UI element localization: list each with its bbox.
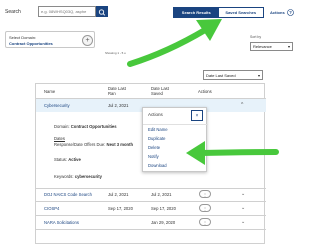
search-icon — [98, 9, 106, 16]
chevron-up-icon[interactable]: ^ — [241, 102, 243, 108]
row-divider — [36, 188, 266, 189]
row-divider — [36, 201, 266, 202]
help-icon: ? — [286, 9, 294, 16]
row-divider — [36, 215, 266, 216]
header-name: Name — [44, 89, 56, 94]
domain-selector[interactable]: Select Domain: Contract Opportunities + — [5, 31, 95, 48]
chevron-down-icon[interactable]: ⌄ — [241, 205, 245, 211]
header-last-saved: Date Last Saved — [151, 86, 169, 96]
chevron-down-icon: ▾ — [287, 44, 290, 49]
chevron-down-icon[interactable]: ⌄ — [241, 191, 245, 197]
row-last-saved: Sep 17, 2020 — [151, 206, 176, 211]
detail-dates-label: Dates — [54, 136, 65, 141]
domain-value: Contract Opportunities — [9, 41, 53, 46]
saved-searches-tab[interactable]: Saved Searches — [218, 8, 263, 17]
row-name[interactable]: DOJ NAICS Code Search — [44, 192, 92, 197]
close-icon[interactable]: × — [191, 110, 203, 121]
saved-filter-select[interactable]: Date Last Saved ▾ — [203, 70, 263, 80]
detail-status: Status: Active — [54, 157, 81, 162]
sort-label: Sort by — [250, 35, 262, 39]
menu-item-delete[interactable]: Delete — [148, 145, 160, 150]
search-button[interactable] — [96, 6, 108, 17]
chevron-down-icon: ▾ — [257, 72, 260, 78]
detail-keywords: Keywords: cybersecurity — [54, 174, 102, 179]
actions-menu-button[interactable]: Actions ? — [268, 7, 298, 18]
chevron-down-icon[interactable]: ⌄ — [241, 219, 245, 225]
menu-item-duplicate[interactable]: Duplicate — [148, 136, 165, 141]
detail-domain: Domain: Contract Opportunities — [54, 124, 117, 129]
header-last-ran: Date Last Ran — [108, 86, 126, 96]
menu-item-edit-name[interactable]: Edit Name — [148, 127, 168, 132]
row-last-ran: Sep 17, 2020 — [108, 206, 133, 211]
detail-dates: Response/Date Offers Due: Next 3 month — [54, 142, 134, 147]
saved-filter-value: Date Last Saved — [206, 72, 236, 78]
sort-select[interactable]: Relevance ▾ — [250, 42, 293, 51]
row-last-ran: Jul 2, 2021 — [108, 192, 129, 197]
row-name[interactable]: NARA Solicitations — [44, 220, 79, 225]
row-divider — [36, 229, 266, 230]
menu-item-download[interactable]: Download — [148, 163, 167, 168]
search-label: Search — [5, 9, 21, 15]
table-header: Name Date Last Ran Date Last Saved Actio… — [36, 84, 266, 99]
popup-divider — [143, 124, 208, 125]
actions-menu-label: Actions — [270, 10, 285, 15]
row-actions-button[interactable]: ⋮ — [199, 190, 211, 198]
search-results-tab[interactable]: Search Results — [174, 8, 219, 17]
row-last-saved: Jan 29, 2020 — [151, 220, 176, 225]
menu-item-notify[interactable]: Notify — [148, 154, 159, 159]
row-name[interactable]: CIOSP4 — [44, 206, 59, 211]
domain-label: Select Domain: — [9, 35, 37, 40]
svg-text:?: ? — [289, 10, 292, 15]
search-input[interactable] — [38, 6, 96, 17]
actions-popup: Actions × Edit Name Duplicate Delete Not… — [142, 107, 208, 172]
row-actions-button[interactable]: ⋮ — [199, 218, 211, 226]
add-domain-button[interactable]: + — [82, 35, 93, 46]
results-count: Showing 1 - 5 o — [105, 51, 126, 55]
row-name[interactable]: Cybersecurity — [44, 103, 70, 108]
row-actions-button[interactable]: ⋮ — [199, 204, 211, 212]
row-last-ran: Jul 2, 2021 — [108, 103, 129, 108]
sort-value: Relevance — [253, 44, 272, 49]
popup-title: Actions — [148, 112, 163, 117]
header-actions: Actions — [198, 89, 212, 94]
row-last-saved: Jul 2, 2021 — [151, 192, 172, 197]
arrow-to-saved-searches — [127, 19, 222, 67]
view-toggle: Search Results Saved Searches — [173, 7, 264, 18]
